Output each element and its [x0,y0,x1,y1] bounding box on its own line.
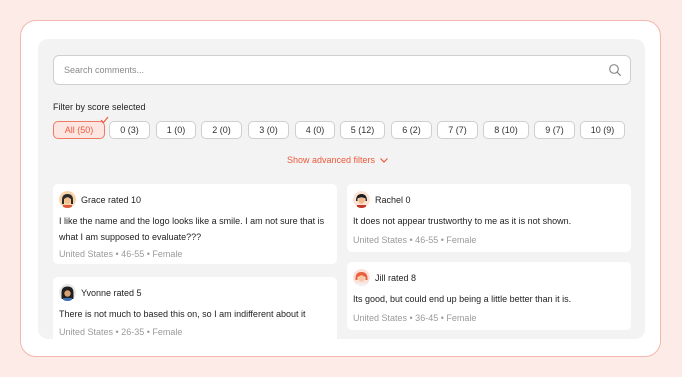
chip-label: 8 (10) [494,125,518,135]
chip-score-6[interactable]: 6 (2) [391,121,432,139]
chip-score-7[interactable]: 7 (7) [437,121,478,139]
commenter-name: Jill rated 8 [375,272,417,283]
chip-score-2[interactable]: 2 (0) [201,121,242,139]
chip-score-4[interactable]: 4 (0) [295,121,335,139]
comment-text: It does not appear trustworthy to me as … [353,213,571,229]
comment-text: I like the name and the logo looks like … [59,213,324,245]
search-icon[interactable] [608,63,622,77]
avatar [353,269,370,286]
commenter-name: Yvonne rated 5 [81,287,142,298]
filter-label: Filter by score selected [53,102,146,112]
chip-label: 3 (0) [259,125,278,135]
comment-card: Jill rated 8 Its good, but could end up … [347,262,631,330]
chip-label: 0 (3) [120,125,139,135]
chip-score-1[interactable]: 1 (0) [156,121,196,139]
chip-all[interactable]: All (50) [53,116,109,139]
comments-panel: Filter by score selected All (50) 0 (3) … [38,39,645,339]
comment-card: Yvonne rated 5 There is not much to base… [53,277,337,339]
chip-score-9[interactable]: 9 (7) [534,121,575,139]
comment-card: Grace rated 10 I like the name and the l… [53,184,337,264]
comment-text-line: It does not appear trustworthy to me as … [353,216,572,226]
chip-score-10[interactable]: 10 (9) [580,121,625,139]
avatar [353,191,370,208]
comment-text: There is not much to based this on, so I… [59,306,305,322]
advanced-filters-label: Show advanced filters [287,155,376,165]
commenter-name: Rachel 0 [375,194,411,205]
chip-label: All (50) [64,125,94,135]
comment-text-line: I like the name and the logo looks like … [59,216,325,226]
comment-meta: United States • 46-55 • Female [353,235,477,245]
chip-label: 1 (0) [166,125,186,135]
chip-label: 5 (12) [350,125,375,135]
chip-label: 6 (2) [402,125,421,135]
avatar [59,191,76,208]
check-icon [100,116,109,124]
chip-label: 7 (7) [448,125,467,135]
show-advanced-filters-button[interactable]: Show advanced filters [287,155,389,165]
comment-meta: United States • 46-55 • Female [59,249,183,259]
search-input[interactable] [54,56,594,84]
comment-text-line: Its good, but could end up being a littl… [353,294,572,304]
comment-text-line: There is not much to based this on, so I… [59,309,306,319]
commenter-name: Grace rated 10 [81,194,142,205]
chevron-down-icon [380,157,388,163]
chip-score-0[interactable]: 0 (3) [109,121,150,139]
avatar [59,284,76,301]
chip-label: 10 (9) [590,125,615,135]
comment-meta: United States • 26-35 • Female [59,327,183,337]
chip-label: 9 (7) [545,125,564,135]
comment-text-line: what I am supposed to evaluate??? [59,232,202,242]
chip-score-5[interactable]: 5 (12) [340,121,385,139]
chip-label: 4 (0) [305,125,325,135]
chip-score-8[interactable]: 8 (10) [483,121,529,139]
outer-card: Filter by score selected All (50) 0 (3) … [20,20,661,357]
chip-score-3[interactable]: 3 (0) [248,121,289,139]
chip-label: 2 (0) [212,125,231,135]
search-box[interactable] [53,55,631,85]
comment-card: Rachel 0 It does not appear trustworthy … [347,184,631,252]
comment-text: Its good, but could end up being a littl… [353,291,571,307]
comment-meta: United States • 36-45 • Female [353,313,477,323]
